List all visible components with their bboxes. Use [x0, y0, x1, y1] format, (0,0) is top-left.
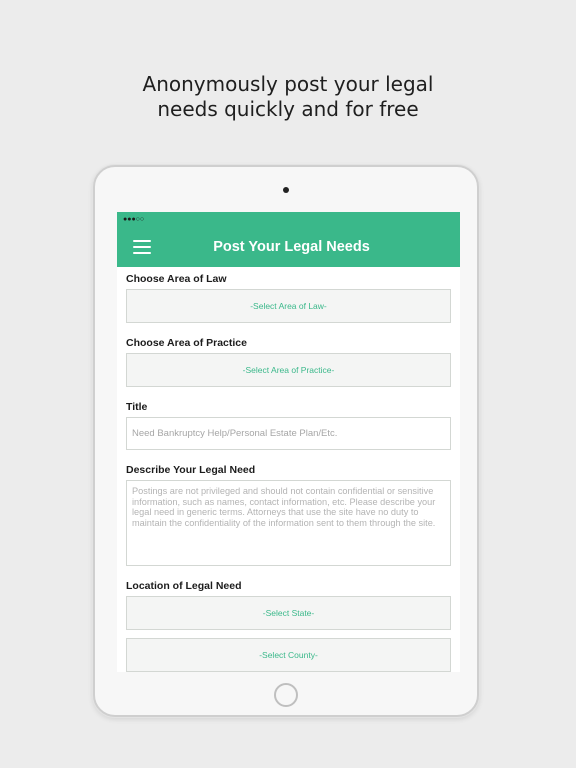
state-select[interactable]: -Select State- [126, 596, 451, 630]
area-of-law-label: Choose Area of Law [126, 273, 227, 285]
describe-need-textarea[interactable]: Postings are not privileged and should n… [126, 480, 451, 566]
legal-need-form: Choose Area of Law -Select Area of Law- … [117, 273, 460, 672]
area-of-practice-select[interactable]: -Select Area of Practice- [126, 353, 451, 387]
area-of-law-select[interactable]: -Select Area of Law- [126, 289, 451, 323]
location-label: Location of Legal Need [126, 580, 242, 592]
app-screen: ●●●○○ Post Your Legal Needs Choose Area … [117, 212, 460, 672]
camera-icon [283, 187, 289, 193]
title-label: Title [126, 401, 148, 413]
promo-headline: Anonymously post your legal needs quickl… [0, 72, 576, 122]
app-header: ●●●○○ Post Your Legal Needs [117, 212, 460, 267]
headline-line-1: Anonymously post your legal [142, 72, 434, 96]
home-button[interactable] [274, 683, 298, 707]
title-input[interactable]: Need Bankruptcy Help/Personal Estate Pla… [126, 417, 451, 450]
signal-strength-indicator: ●●●○○ [123, 216, 145, 223]
describe-need-label: Describe Your Legal Need [126, 464, 256, 476]
tablet-device-frame: ●●●○○ Post Your Legal Needs Choose Area … [93, 165, 479, 717]
headline-line-2: needs quickly and for free [157, 97, 419, 121]
page-title: Post Your Legal Needs [213, 239, 370, 255]
area-of-practice-label: Choose Area of Practice [126, 337, 247, 349]
county-select[interactable]: -Select County- [126, 638, 451, 672]
